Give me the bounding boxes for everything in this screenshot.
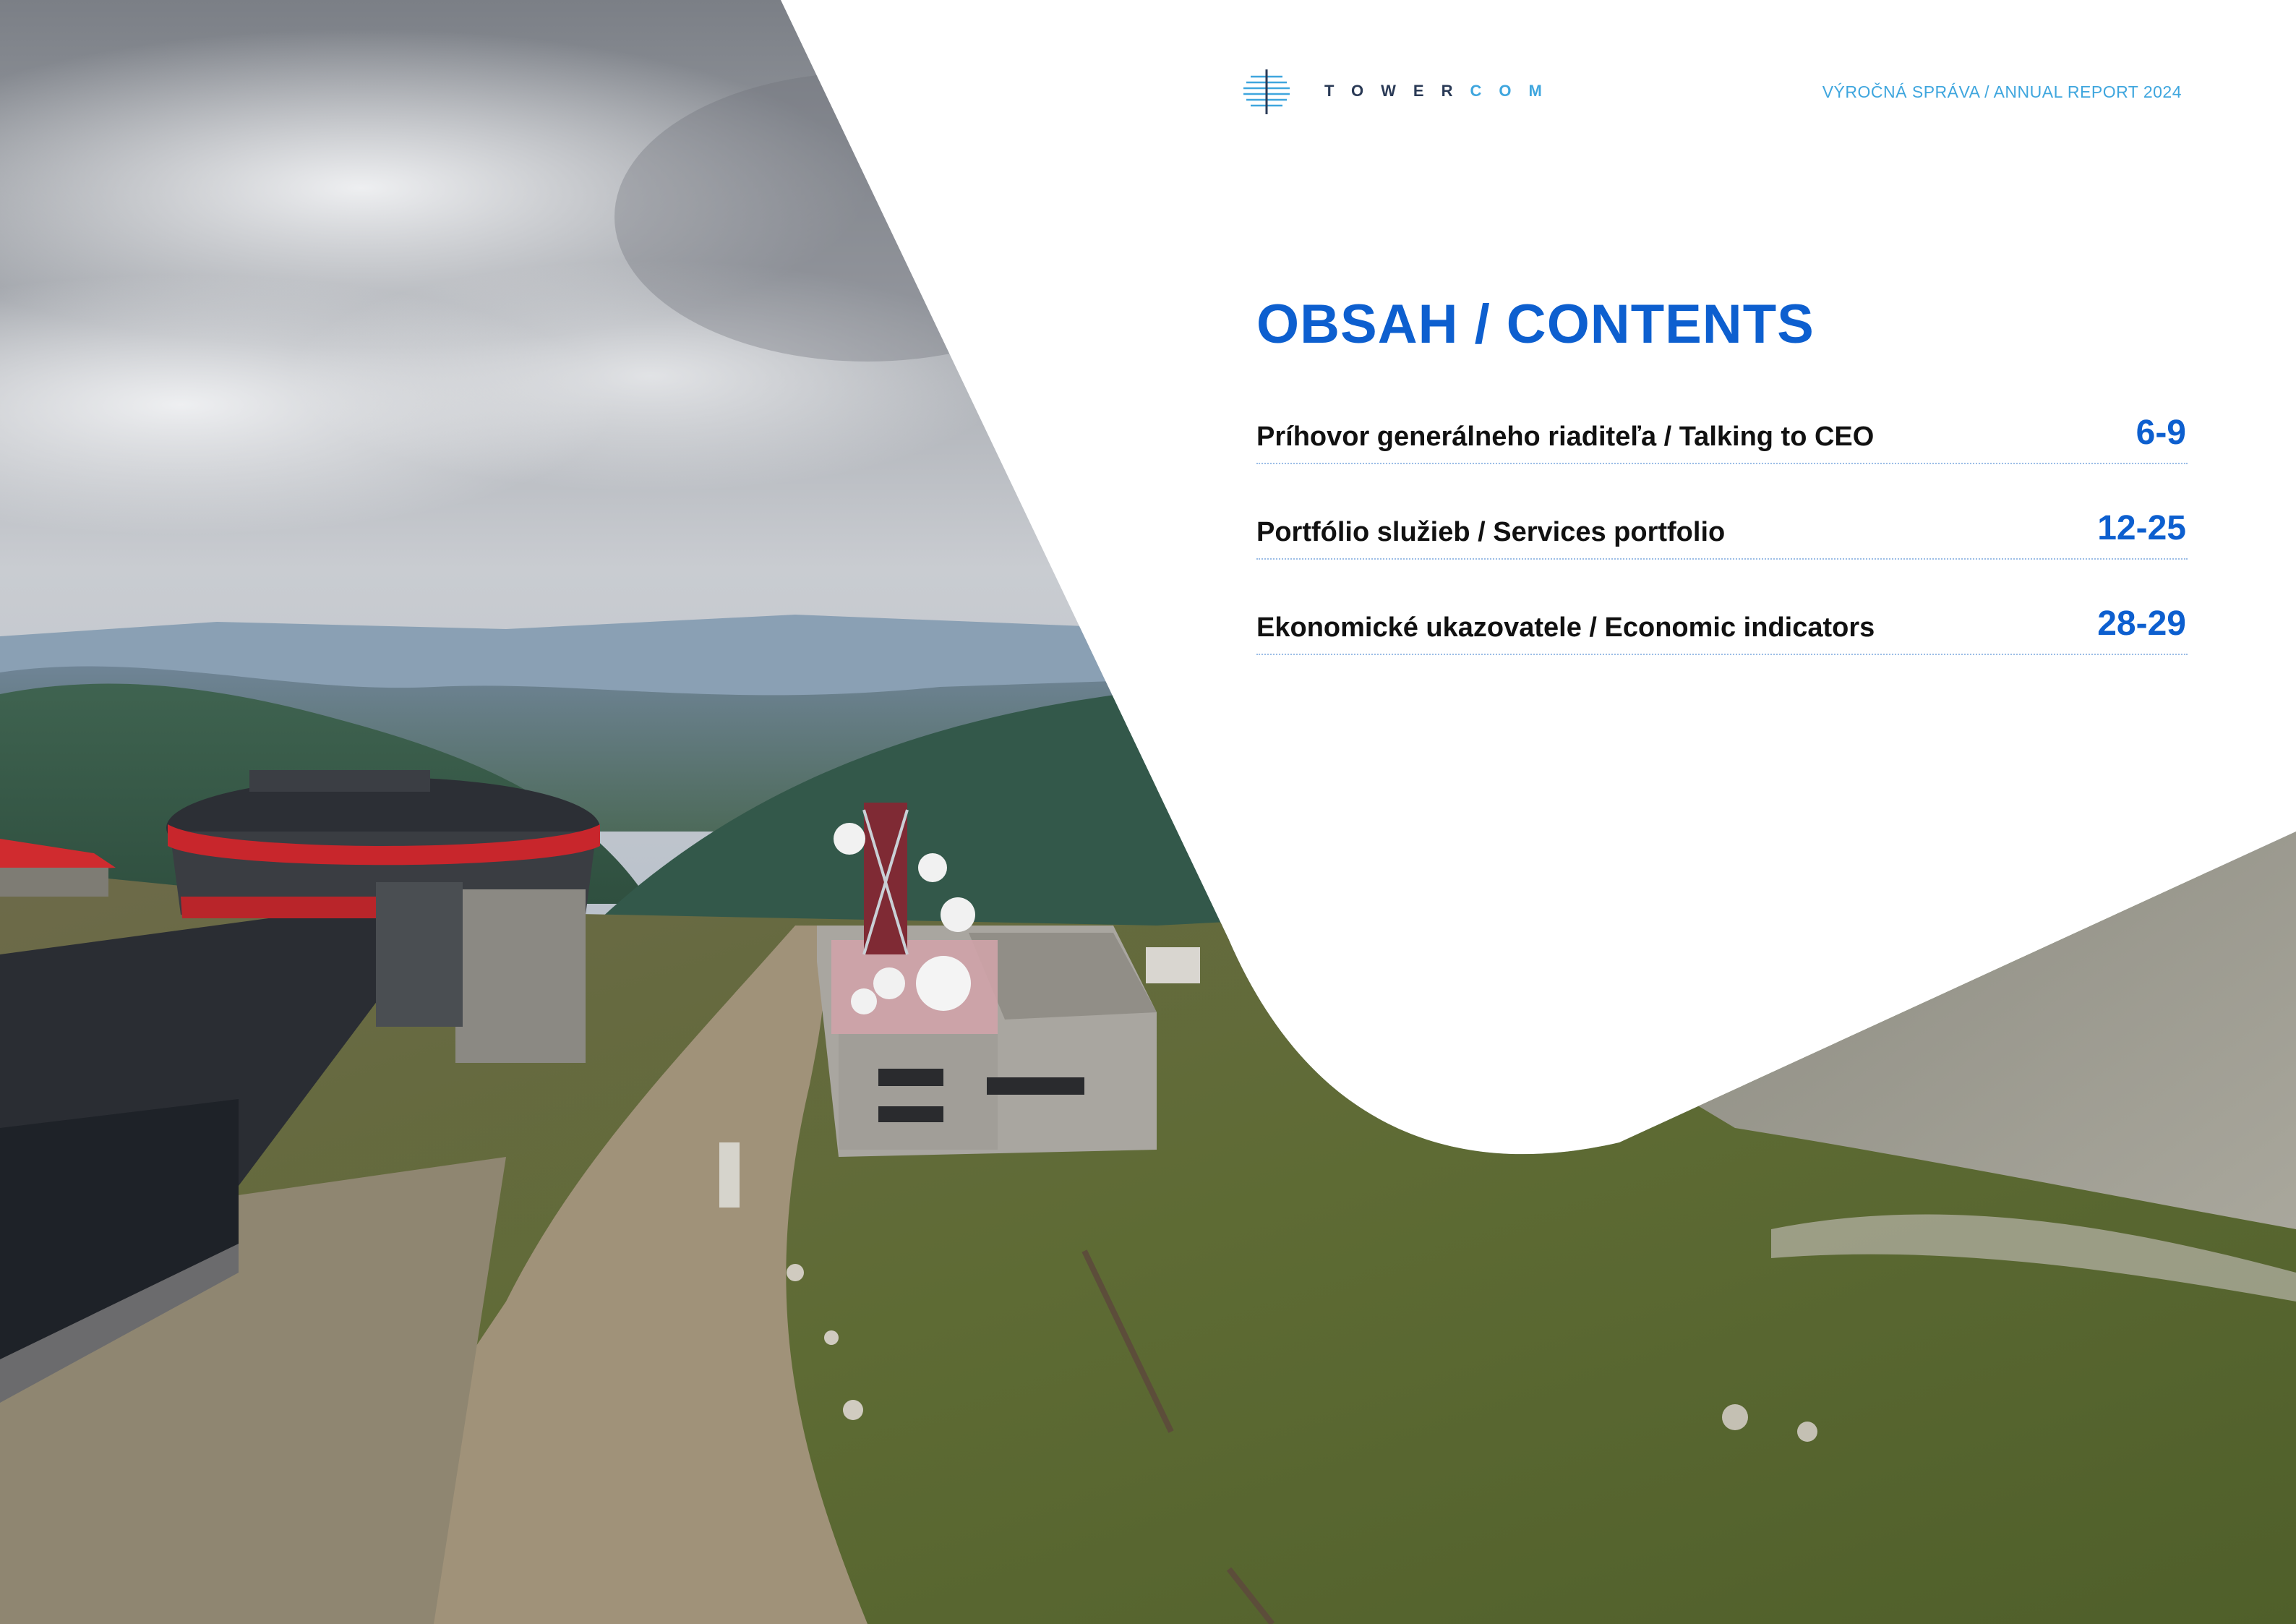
toc-item[interactable]: Ekonomické ukazovatele / Economic indica…: [1256, 560, 2188, 655]
toc-item[interactable]: Portfólio služieb / Services portfolio 1…: [1256, 464, 2188, 560]
toc-item[interactable]: Príhovor generálneho riaditeľa / Talking…: [1256, 390, 2188, 464]
report-title: VÝROČNÁ SPRÁVA / ANNUAL REPORT 2024: [1822, 82, 2182, 101]
toc-item-pages: 12-25: [2097, 509, 2186, 547]
towercom-logo: TOWERCOM: [1241, 65, 1559, 117]
logo-wordmark-part1: TOWER: [1324, 82, 1470, 100]
table-of-contents: Príhovor generálneho riaditeľa / Talking…: [1256, 390, 2188, 655]
toc-item-pages: 6-9: [2136, 414, 2186, 452]
toc-item-pages: 28-29: [2097, 604, 2186, 643]
toc-item-label: Ekonomické ukazovatele / Economic indica…: [1256, 612, 1875, 643]
logo-wordmark-part2: COM: [1470, 82, 1559, 100]
tower-logo-icon: [1243, 69, 1290, 114]
toc-item-label: Portfólio služieb / Services portfolio: [1256, 517, 1726, 547]
logo-wordmark: TOWERCOM: [1324, 82, 1559, 101]
cover-photo: [0, 0, 2296, 1624]
toc-item-label: Príhovor generálneho riaditeľa / Talking…: [1256, 422, 1875, 452]
contents-title: OBSAH / CONTENTS: [1256, 294, 1815, 355]
